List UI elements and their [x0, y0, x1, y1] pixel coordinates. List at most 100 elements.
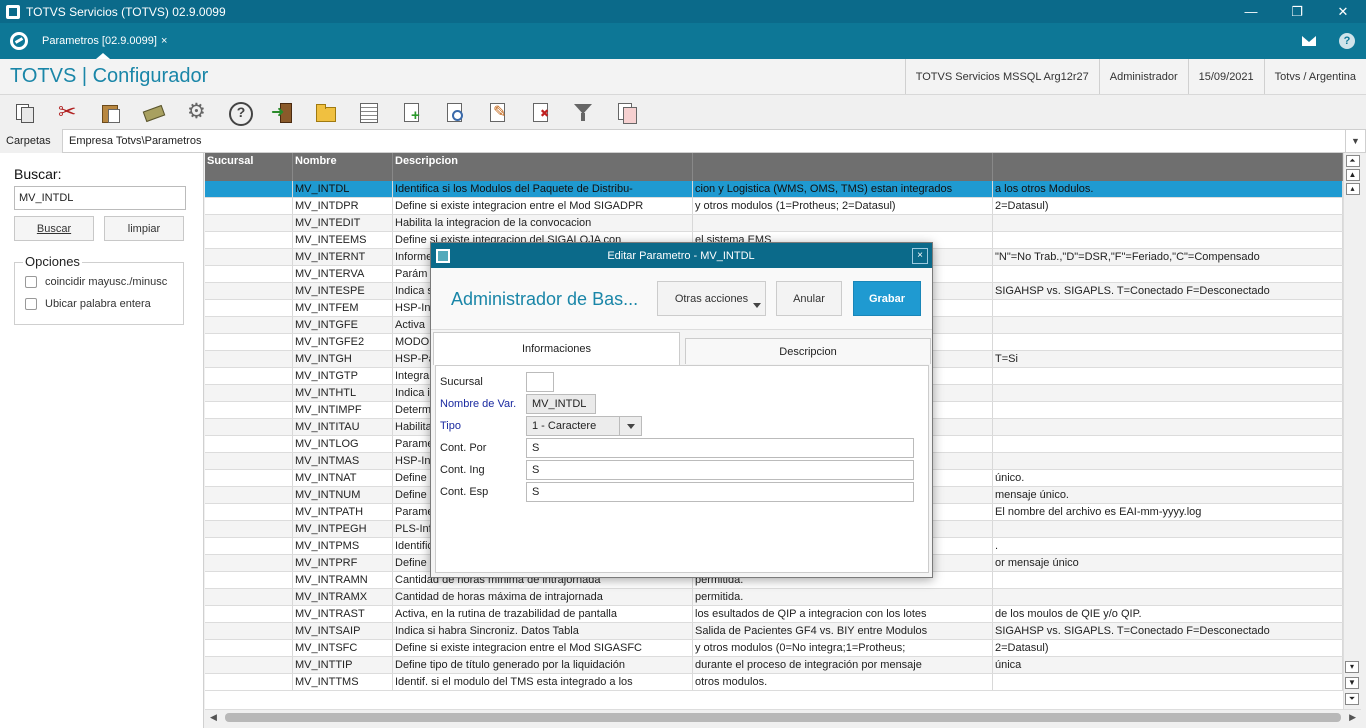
- cell-sucursal: [205, 419, 293, 435]
- case-sensitive-checkbox[interactable]: coincidir mayusc./minusc: [25, 276, 167, 288]
- tab-informaciones[interactable]: Informaciones: [433, 332, 680, 365]
- tab-parametros[interactable]: Parametros [02.9.0099] ×: [38, 23, 171, 59]
- contesp-row: Cont. Esp S: [440, 482, 914, 502]
- cell-sucursal: [205, 538, 293, 554]
- restore-button[interactable]: ❐: [1274, 0, 1320, 23]
- scroll-bottom-icon[interactable]: ⏷: [1345, 693, 1359, 705]
- scroll-top-icon[interactable]: ⏶: [1345, 155, 1360, 167]
- grabar-button[interactable]: Grabar: [853, 281, 921, 316]
- view-button[interactable]: [440, 99, 468, 125]
- minimize-button[interactable]: —: [1228, 0, 1274, 23]
- anular-button[interactable]: Anular: [776, 281, 842, 316]
- date-label: 15/09/2021: [1187, 59, 1264, 94]
- new-button[interactable]: [397, 99, 425, 125]
- cell-descripcion-3: [993, 317, 1343, 333]
- scroll-down-icon[interactable]: ▾: [1345, 661, 1359, 673]
- contesp-input[interactable]: S: [526, 482, 914, 502]
- scroll-left-icon[interactable]: ◀: [210, 712, 217, 723]
- dialog-tabs: Informaciones Descripcion: [431, 332, 932, 365]
- exit-button[interactable]: [268, 99, 296, 125]
- settings-button[interactable]: [182, 99, 210, 125]
- chevron-down-icon[interactable]: ▼: [1346, 129, 1366, 153]
- nombre-row: Nombre de Var. MV_INTDL: [440, 394, 596, 414]
- filter-button[interactable]: [569, 99, 597, 125]
- cell-descripcion-2: permitida.: [693, 589, 993, 605]
- cell-nombre: MV_INTPATH: [293, 504, 393, 520]
- sucursal-input[interactable]: [526, 372, 554, 392]
- copy-button[interactable]: [10, 99, 38, 125]
- column-header-descripcion-2[interactable]: [693, 153, 993, 181]
- contpor-input[interactable]: S: [526, 438, 914, 458]
- cell-descripcion-3: SIGAHSP vs. SIGAPLS. T=Conectado F=Desco…: [993, 283, 1343, 299]
- cell-descripcion-3: [993, 521, 1343, 537]
- limpiar-button[interactable]: limpiar: [104, 216, 184, 241]
- eraser-button[interactable]: [139, 99, 167, 125]
- cell-sucursal: [205, 317, 293, 333]
- app-header: TOTVS | Configurador TOTVS Servicios MSS…: [0, 59, 1366, 95]
- cell-descripcion-3: a los otros Modulos.: [993, 181, 1343, 197]
- search-input[interactable]: MV_INTDL: [14, 186, 186, 210]
- tab-descripcion[interactable]: Descripcion: [685, 338, 931, 364]
- column-header-descripcion-3[interactable]: [993, 153, 1343, 181]
- horizontal-scrollbar[interactable]: ◀ ▶: [205, 709, 1361, 725]
- conting-input[interactable]: S: [526, 460, 914, 480]
- table-row[interactable]: MV_INTRAST Activa, en la rutina de trazab…: [205, 606, 1343, 623]
- server-label: TOTVS Servicios MSSQL Arg12r27: [904, 59, 1099, 94]
- cell-sucursal: [205, 368, 293, 384]
- checkbox-icon: [25, 276, 37, 288]
- tab-bar: Parametros [02.9.0099] × ?: [0, 23, 1366, 59]
- list-button[interactable]: [354, 99, 382, 125]
- delete-document-icon: [530, 102, 550, 122]
- folder-path[interactable]: Empresa Totvs\Parametros: [62, 129, 1346, 153]
- tipo-select[interactable]: 1 - Caractere: [526, 416, 642, 436]
- paste-button[interactable]: [96, 99, 124, 125]
- horizontal-scroll-thumb[interactable]: [225, 713, 1341, 722]
- table-row[interactable]: MV_INTSFC Define si existe integracion en…: [205, 640, 1343, 657]
- tab-close-icon[interactable]: ×: [161, 35, 167, 47]
- cell-sucursal: [205, 640, 293, 656]
- eraser-icon: [143, 102, 163, 122]
- scroll-up-icon[interactable]: ▴: [1345, 183, 1360, 195]
- table-row[interactable]: MV_INTTMS Identif. si el modulo del TMS e…: [205, 674, 1343, 691]
- totvs-logo-icon[interactable]: [0, 23, 38, 59]
- otras-acciones-button[interactable]: Otras acciones: [657, 281, 766, 316]
- table-row[interactable]: MV_INTEDIT Habilita la integracion de la …: [205, 215, 1343, 232]
- documents-button[interactable]: [612, 99, 640, 125]
- dialog-heading: Administrador de Bas...: [451, 289, 639, 309]
- table-row[interactable]: MV_INTDL Identifica si los Modulos del Pa…: [205, 181, 1343, 198]
- nombre-input[interactable]: MV_INTDL: [526, 394, 596, 414]
- table-row[interactable]: MV_INTRAMX Cantidad de horas máxima de in…: [205, 589, 1343, 606]
- mail-icon[interactable]: [1290, 23, 1328, 59]
- scroll-page-up-icon[interactable]: ▲: [1345, 169, 1360, 181]
- vertical-scrollbar[interactable]: ⏶ ▲ ▴ ▾ ▼ ⏷: [1343, 153, 1361, 709]
- cell-nombre: MV_INTHTL: [293, 385, 393, 401]
- column-header-descripcion[interactable]: Descripcion: [393, 153, 693, 181]
- table-row[interactable]: MV_INTSAIP Indica si habra Sincroniz. Dat…: [205, 623, 1343, 640]
- help-button[interactable]: [225, 99, 253, 126]
- close-button[interactable]: ✕: [1320, 0, 1366, 23]
- cell-descripcion-2: y otros modulos (1=Protheus; 2=Datasul): [693, 198, 993, 214]
- scroll-page-down-icon[interactable]: ▼: [1345, 677, 1359, 689]
- buscar-button[interactable]: Buscar: [14, 216, 94, 241]
- whole-word-checkbox[interactable]: Ubicar palabra entera: [25, 298, 151, 310]
- table-row[interactable]: MV_INTTIP Define tipo de título generado …: [205, 657, 1343, 674]
- cell-descripcion-2: [693, 215, 993, 231]
- column-header-nombre[interactable]: Nombre: [293, 153, 393, 181]
- edit-button[interactable]: [483, 99, 511, 125]
- dialog-close-icon[interactable]: ×: [912, 247, 928, 264]
- folder-button[interactable]: [311, 99, 339, 125]
- help-icon[interactable]: ?: [1328, 23, 1366, 59]
- delete-button[interactable]: [526, 99, 554, 125]
- cut-button[interactable]: [53, 99, 81, 125]
- cell-descripcion-3: T=Si: [993, 351, 1343, 367]
- cell-sucursal: [205, 266, 293, 282]
- cell-descripcion-3: [993, 436, 1343, 452]
- window-icon: [436, 248, 450, 263]
- cell-descripcion-3: [993, 300, 1343, 316]
- table-row[interactable]: MV_INTDPR Define si existe integracion en…: [205, 198, 1343, 215]
- scroll-right-icon[interactable]: ▶: [1349, 712, 1356, 723]
- cell-sucursal: [205, 470, 293, 486]
- carpetas-label: Carpetas: [0, 129, 62, 153]
- cell-descripcion: Activa, en la rutina de trazabilidad de …: [393, 606, 693, 622]
- column-header-sucursal[interactable]: Sucursal: [205, 153, 293, 181]
